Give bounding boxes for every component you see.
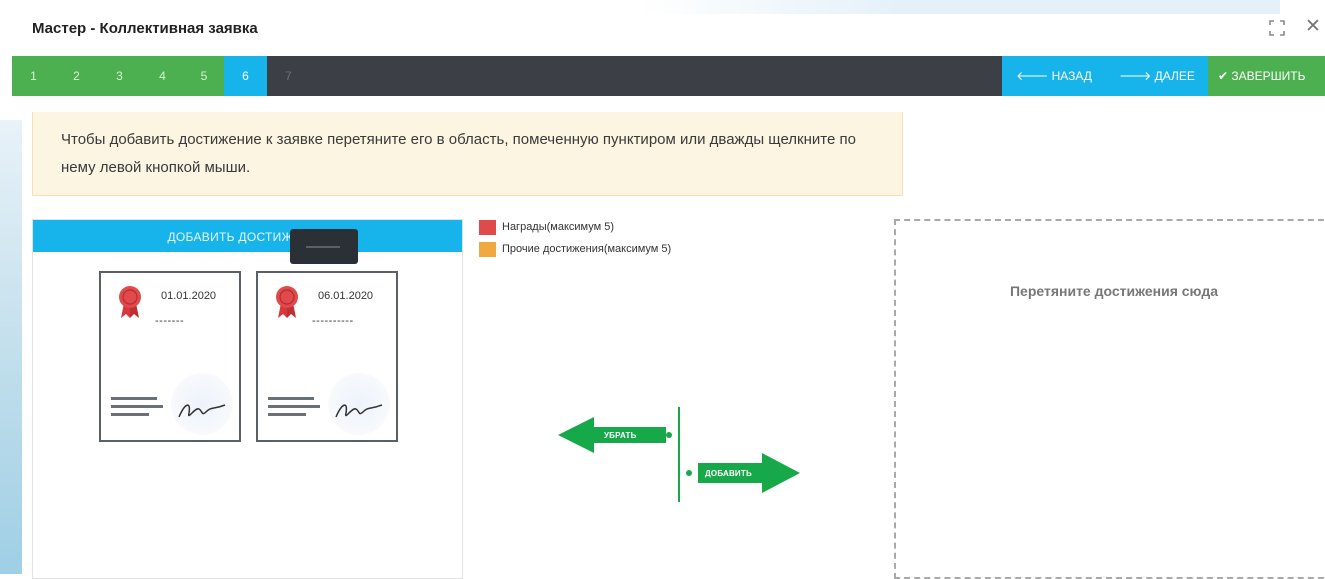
background-decoration-left xyxy=(0,120,22,574)
wizard-step-3[interactable]: 3 xyxy=(98,56,141,96)
legend-swatch-awards xyxy=(479,219,496,235)
card-date: 06.01.2020 xyxy=(318,290,374,302)
achievement-card[interactable]: 06.01.2020 ---------- xyxy=(256,271,398,442)
close-icon[interactable]: ✕ xyxy=(1305,17,1321,36)
back-button[interactable]: 🡐 НАЗАД xyxy=(1002,56,1106,96)
legend: Награды(максимум 5) Прочие достижения(ма… xyxy=(479,219,671,263)
signature-icon xyxy=(178,404,226,418)
achievement-drop-zone[interactable]: Перетяните достижения сюда xyxy=(894,219,1325,579)
fullscreen-icon[interactable] xyxy=(1269,20,1285,41)
legend-swatch-other xyxy=(479,241,496,257)
transfer-hint-graphic: УБРАТЬ ДОБАВИТЬ xyxy=(556,405,802,505)
award-seal-icon xyxy=(115,285,145,324)
card-date: 01.01.2020 xyxy=(161,290,217,302)
check-icon: ✔ xyxy=(1218,69,1232,83)
arrow-left-icon: 🡐 xyxy=(1016,69,1052,83)
tooltip-bar xyxy=(306,246,340,248)
text-lines-icon xyxy=(111,397,163,421)
arrow-right-icon: 🡒 xyxy=(1119,69,1155,83)
legend-label: Прочие достижения(максимум 5) xyxy=(502,243,672,255)
legend-item-awards: Награды(максимум 5) xyxy=(479,219,671,241)
wizard-step-5[interactable]: 5 xyxy=(184,56,224,96)
achievements-panel: ДОБАВИТЬ ДОСТИЖЕНИЕ xyxy=(32,219,463,579)
add-arrow-label: ДОБАВИТЬ xyxy=(705,469,752,478)
award-seal-icon xyxy=(272,285,302,324)
text-lines-icon xyxy=(268,397,320,421)
window-titlebar: Мастер - Коллективная заявка ✕ xyxy=(0,0,1325,56)
wizard-step-bar: 1 2 3 4 5 6 7 🡐 НАЗАД 🡒 ДАЛЕЕ ✔ ЗАВЕРШИТ… xyxy=(12,56,1325,96)
signature-stamp xyxy=(171,373,233,435)
add-achievement-header[interactable]: ДОБАВИТЬ ДОСТИЖЕНИЕ xyxy=(33,220,462,252)
drag-tooltip xyxy=(290,229,358,264)
instruction-text: Чтобы добавить достижение к заявке перет… xyxy=(61,131,856,176)
signature-stamp xyxy=(328,373,390,435)
wizard-step-1[interactable]: 1 xyxy=(12,56,55,96)
card-name: ---------- xyxy=(312,315,354,327)
back-button-label: НАЗАД xyxy=(1051,69,1092,83)
window-title: Мастер - Коллективная заявка xyxy=(32,20,258,37)
next-button-label: ДАЛЕЕ xyxy=(1154,69,1195,83)
wizard-step-4[interactable]: 4 xyxy=(141,56,184,96)
legend-label: Награды(максимум 5) xyxy=(502,221,615,233)
wizard-step-7[interactable]: 7 xyxy=(267,56,310,96)
finish-button-label: ЗАВЕРШИТЬ xyxy=(1231,69,1306,83)
drop-zone-text: Перетяните достижения сюда xyxy=(1009,283,1218,299)
card-name: ------- xyxy=(155,315,185,327)
instruction-alert: Чтобы добавить достижение к заявке перет… xyxy=(32,112,903,196)
achievement-card[interactable]: 01.01.2020 ------- xyxy=(99,271,241,442)
wizard-step-6[interactable]: 6 xyxy=(224,56,267,96)
legend-item-other: Прочие достижения(максимум 5) xyxy=(479,241,671,263)
remove-arrow-label: УБРАТЬ xyxy=(604,431,637,440)
signature-icon xyxy=(335,404,383,418)
finish-button[interactable]: ✔ ЗАВЕРШИТЬ xyxy=(1208,56,1325,96)
next-button[interactable]: 🡒 ДАЛЕЕ xyxy=(1106,56,1208,96)
transfer-arrows-icon xyxy=(558,407,800,502)
wizard-step-2[interactable]: 2 xyxy=(55,56,98,96)
